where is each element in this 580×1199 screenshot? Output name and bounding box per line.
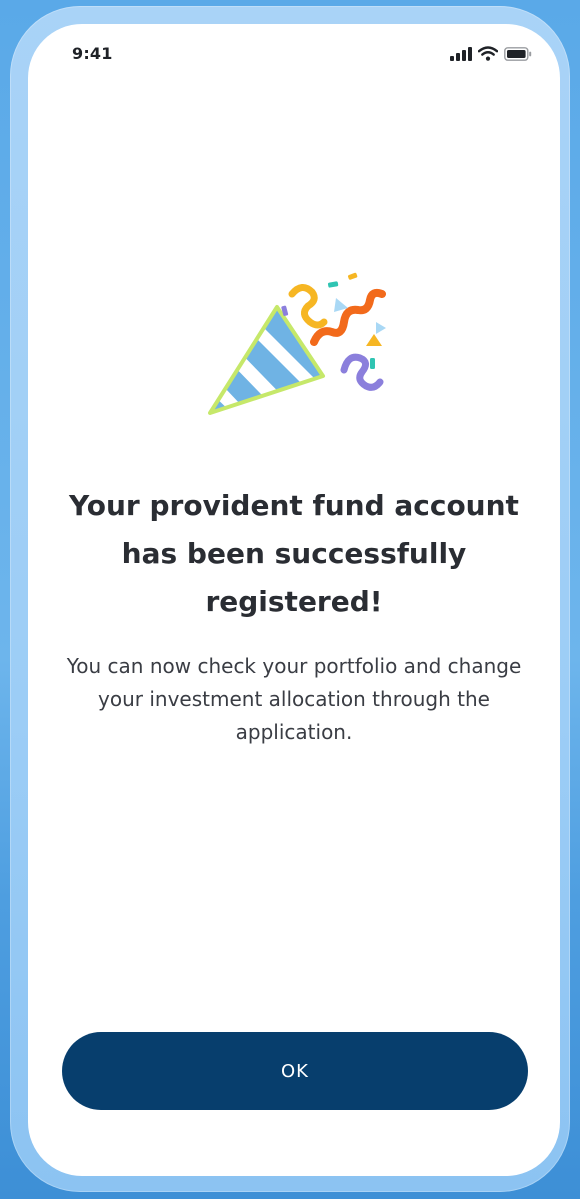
cellular-signal-icon bbox=[450, 46, 472, 61]
party-popper-icon bbox=[208, 272, 386, 415]
ok-button[interactable]: OK bbox=[62, 1032, 528, 1110]
status-icons bbox=[450, 46, 532, 61]
status-time: 9:41 bbox=[72, 44, 113, 63]
success-message: You can now check your portfolio and cha… bbox=[66, 654, 522, 744]
status-bar: 9:41 bbox=[28, 24, 560, 84]
page-title: Your provident fund account has been suc… bbox=[69, 489, 519, 618]
wifi-icon bbox=[478, 46, 498, 61]
battery-icon bbox=[504, 46, 532, 61]
app-screen: 9:41 Your provident fund account has bee… bbox=[28, 24, 560, 1176]
